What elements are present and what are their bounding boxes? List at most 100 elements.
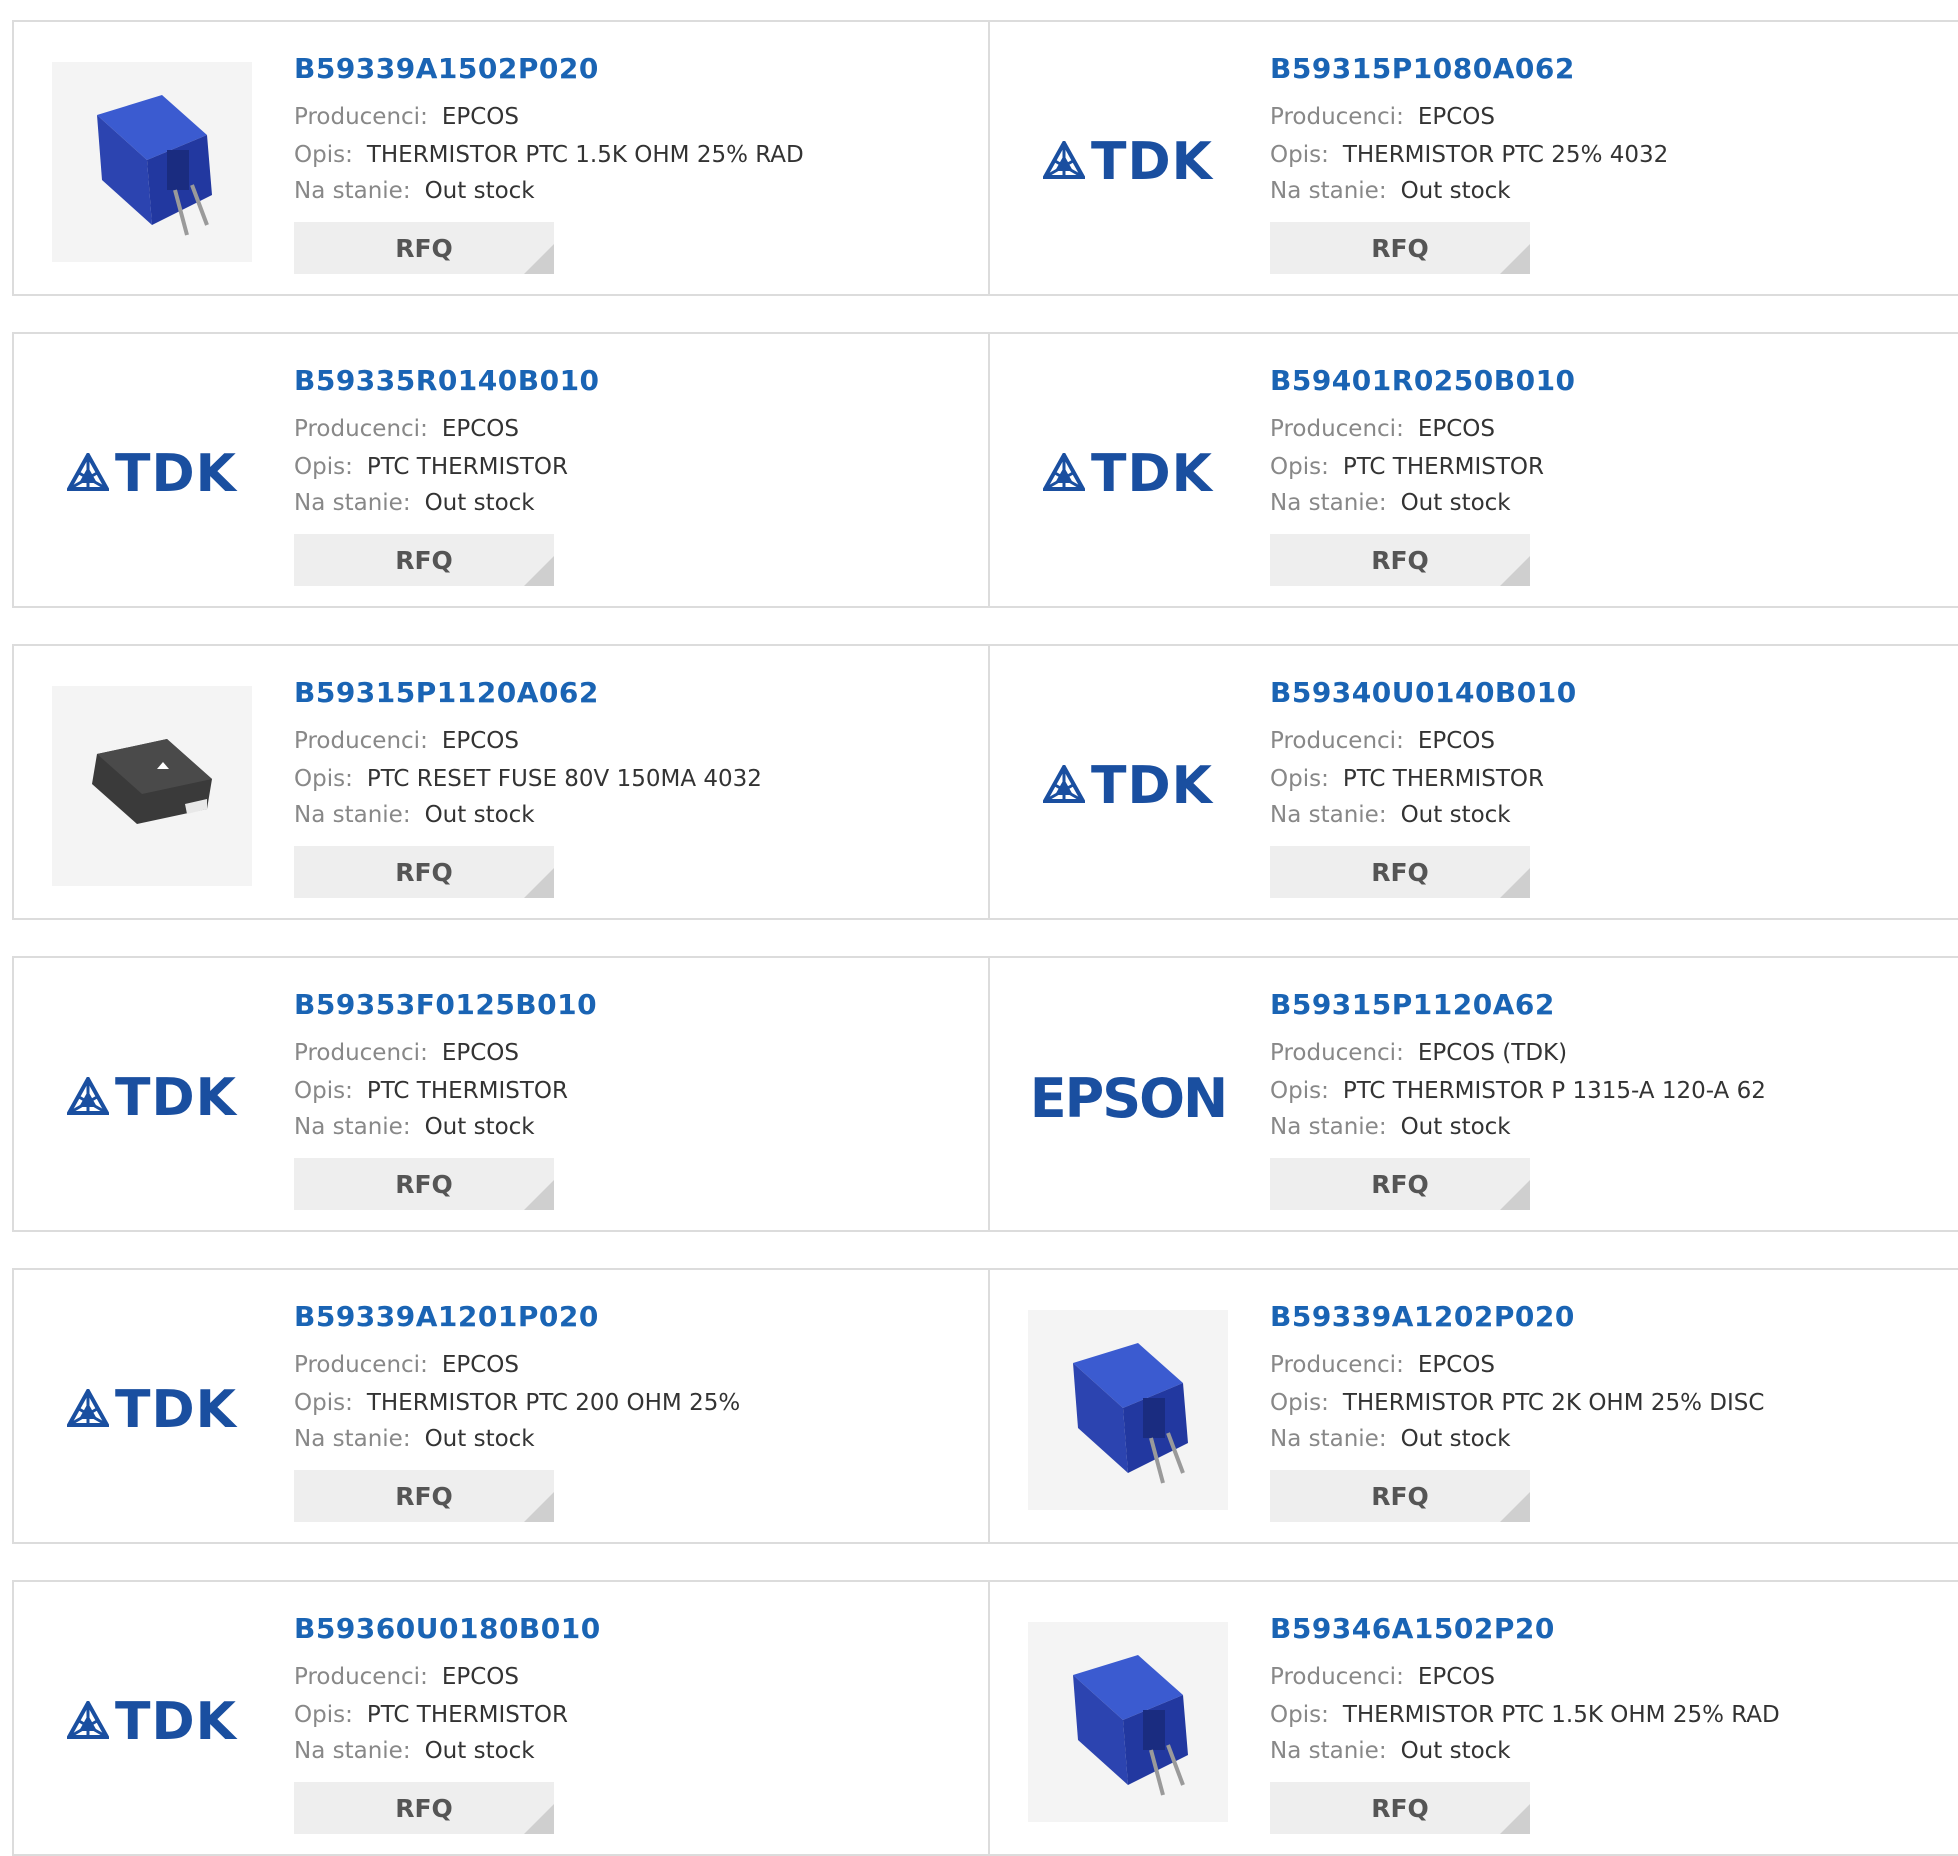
description-label: Opis: [294, 766, 353, 792]
rfq-button[interactable]: RFQ [1270, 222, 1530, 274]
logo-text: TDK [115, 1380, 237, 1440]
part-number-link[interactable]: B59315P1120A62 [1270, 988, 1555, 1021]
stock-row: Na stanie: Out stock [1270, 1114, 1511, 1140]
manufacturer-label: Producenci: [294, 1352, 428, 1378]
rfq-button[interactable]: RFQ [294, 846, 554, 898]
manufacturer-label: Producenci: [294, 1040, 428, 1066]
rfq-button[interactable]: RFQ [1270, 1158, 1530, 1210]
logo-text: TDK [1091, 132, 1213, 192]
part-number-link[interactable]: B59339A1502P020 [294, 52, 599, 85]
part-number-link[interactable]: B59401R0250B010 [1270, 364, 1576, 397]
rfq-button[interactable]: RFQ [1270, 846, 1530, 898]
manufacturer-label: Producenci: [294, 1664, 428, 1690]
manufacturer-logo[interactable]: TDK [1028, 686, 1228, 886]
stock-value: Out stock [1400, 178, 1511, 204]
product-card: TDK B59315P1080A062 Producenci: EPCOS Opis: T… [990, 22, 1958, 294]
stock-value: Out stock [424, 490, 535, 516]
description-value: THERMISTOR PTC 1.5K OHM 25% RAD [366, 142, 804, 168]
stock-label: Na stanie: [1270, 1738, 1387, 1764]
stock-row: Na stanie: Out stock [1270, 802, 1511, 828]
part-number-link[interactable]: B59339A1202P020 [1270, 1300, 1575, 1333]
stock-value: Out stock [424, 1738, 535, 1764]
manufacturer-logo[interactable]: TDK [1028, 374, 1228, 574]
logo-text: TDK [115, 1692, 237, 1752]
rfq-button[interactable]: RFQ [1270, 1782, 1530, 1834]
tdk-logo-icon [65, 1074, 111, 1119]
rfq-label: RFQ [1371, 1481, 1429, 1511]
rfq-button[interactable]: RFQ [294, 1158, 554, 1210]
product-card: B59339A1502P020 Producenci: EPCOS Opis: THER… [12, 22, 990, 294]
tdk-logo-icon [1041, 450, 1087, 495]
product-image[interactable] [1028, 1310, 1228, 1510]
rfq-label: RFQ [1371, 857, 1429, 887]
part-number-link[interactable]: B59340U0140B010 [1270, 676, 1577, 709]
stock-label: Na stanie: [1270, 178, 1387, 204]
product-image[interactable] [52, 62, 252, 262]
manufacturer-label: Producenci: [294, 728, 428, 754]
manufacturer-value: EPCOS [1417, 1664, 1495, 1690]
part-number-link[interactable]: B59346A1502P20 [1270, 1612, 1555, 1645]
manufacturer-label: Producenci: [1270, 416, 1404, 442]
rfq-button[interactable]: RFQ [294, 1782, 554, 1834]
stock-label: Na stanie: [294, 1738, 411, 1764]
part-number-link[interactable]: B59360U0180B010 [294, 1612, 601, 1645]
manufacturer-logo[interactable]: TDK [52, 374, 252, 574]
description-value: PTC THERMISTOR P 1315-A 120-A 62 [1342, 1078, 1766, 1104]
description-value: PTC RESET FUSE 80V 150MA 4032 [366, 766, 762, 792]
rfq-label: RFQ [1371, 1169, 1429, 1199]
description-row: Opis: THERMISTOR PTC 200 OHM 25% [294, 1390, 740, 1416]
corner-triangle-icon [524, 1180, 554, 1210]
description-label: Opis: [1270, 1078, 1329, 1104]
corner-triangle-icon [1500, 1804, 1530, 1834]
rfq-button[interactable]: RFQ [294, 222, 554, 274]
description-label: Opis: [1270, 454, 1329, 480]
description-row: Opis: PTC THERMISTOR [294, 1078, 568, 1104]
part-number-link[interactable]: B59339A1201P020 [294, 1300, 599, 1333]
product-image[interactable] [1028, 1622, 1228, 1822]
stock-label: Na stanie: [294, 178, 411, 204]
description-label: Opis: [1270, 142, 1329, 168]
description-label: Opis: [294, 1702, 353, 1728]
stock-row: Na stanie: Out stock [294, 1426, 535, 1452]
manufacturer-row: Producenci: EPCOS [1270, 1664, 1495, 1690]
part-number-link[interactable]: B59335R0140B010 [294, 364, 600, 397]
manufacturer-row: Producenci: EPCOS [294, 1352, 519, 1378]
stock-value: Out stock [1400, 802, 1511, 828]
stock-label: Na stanie: [294, 1426, 411, 1452]
manufacturer-label: Producenci: [1270, 728, 1404, 754]
part-number-link[interactable]: B59315P1080A062 [1270, 52, 1575, 85]
product-image[interactable] [52, 686, 252, 886]
description-row: Opis: THERMISTOR PTC 1.5K OHM 25% RAD [294, 142, 804, 168]
stock-label: Na stanie: [1270, 1426, 1387, 1452]
manufacturer-row: Producenci: EPCOS (TDK) [1270, 1040, 1567, 1066]
rfq-button[interactable]: RFQ [1270, 534, 1530, 586]
rfq-button[interactable]: RFQ [294, 534, 554, 586]
manufacturer-logo[interactable]: TDK [52, 1310, 252, 1510]
manufacturer-logo[interactable]: TDK [1028, 62, 1228, 262]
rfq-button[interactable]: RFQ [1270, 1470, 1530, 1522]
description-row: Opis: PTC THERMISTOR [1270, 454, 1544, 480]
manufacturer-logo[interactable]: TDK [52, 998, 252, 1198]
manufacturer-logo[interactable]: TDK [52, 1622, 252, 1822]
rfq-button[interactable]: RFQ [294, 1470, 554, 1522]
manufacturer-row: Producenci: EPCOS [294, 1664, 519, 1690]
stock-row: Na stanie: Out stock [294, 1738, 535, 1764]
stock-label: Na stanie: [1270, 802, 1387, 828]
part-number-link[interactable]: B59315P1120A062 [294, 676, 599, 709]
description-row: Opis: THERMISTOR PTC 25% 4032 [1270, 142, 1668, 168]
part-number-link[interactable]: B59353F0125B010 [294, 988, 597, 1021]
manufacturer-value: EPCOS [441, 1664, 519, 1690]
description-value: PTC THERMISTOR [1342, 454, 1544, 480]
stock-row: Na stanie: Out stock [1270, 178, 1511, 204]
stock-row: Na stanie: Out stock [294, 490, 535, 516]
stock-value: Out stock [424, 1426, 535, 1452]
product-card: TDK B59401R0250B010 Producenci: EPCOS Opis: P… [990, 334, 1958, 606]
product-row: TDK B59335R0140B010 Producenci: EPCOS Opis: P… [12, 332, 1958, 608]
manufacturer-value: EPCOS (TDK) [1417, 1040, 1568, 1066]
description-label: Opis: [294, 1078, 353, 1104]
stock-row: Na stanie: Out stock [294, 178, 535, 204]
manufacturer-label: Producenci: [1270, 104, 1404, 130]
manufacturer-label: Producenci: [1270, 1352, 1404, 1378]
rfq-label: RFQ [1371, 545, 1429, 575]
manufacturer-logo[interactable]: EPSON [1028, 998, 1228, 1198]
